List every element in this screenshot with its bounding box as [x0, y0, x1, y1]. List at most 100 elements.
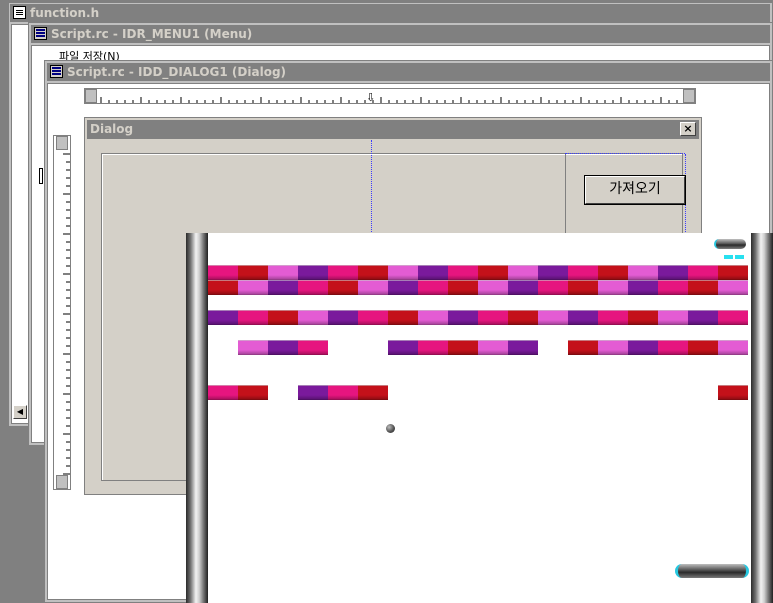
lives-paddle-icon: [714, 239, 746, 249]
brick: [358, 385, 388, 400]
brick: [598, 280, 628, 295]
brick: [568, 265, 598, 280]
brick: [718, 310, 748, 325]
brick: [238, 340, 268, 355]
vruler-top-handle[interactable]: [56, 136, 68, 150]
fetch-button[interactable]: 가져오기: [584, 175, 686, 205]
brick: [718, 340, 748, 355]
brick: [478, 340, 508, 355]
brick: [658, 265, 688, 280]
right-wall: [751, 233, 773, 603]
horizontal-ruler[interactable]: ⇩: [84, 88, 696, 104]
brick: [688, 310, 718, 325]
brick: [208, 385, 238, 400]
brick: [688, 280, 718, 295]
ruler-ticks: ⇩: [100, 91, 678, 104]
resource-icon: [50, 65, 63, 78]
brick: [568, 340, 598, 355]
brick: [508, 265, 538, 280]
brick: [718, 265, 748, 280]
brick: [418, 280, 448, 295]
left-wall: [186, 233, 208, 603]
function-h-title: function.h: [30, 6, 100, 20]
scroll-left-button[interactable]: ◀: [13, 405, 27, 419]
paddle[interactable]: [675, 564, 749, 578]
brick: [418, 310, 448, 325]
brick: [328, 385, 358, 400]
ruler-marker-icon: ⇩: [366, 91, 375, 104]
brick: [268, 280, 298, 295]
brick: [328, 265, 358, 280]
dialog-editor-titlebar[interactable]: Script.rc - IDD_DIALOG1 (Dialog): [47, 63, 770, 81]
brick: [478, 310, 508, 325]
brick: [628, 340, 658, 355]
dialog-title: Dialog: [90, 122, 134, 136]
brick: [298, 310, 328, 325]
close-icon[interactable]: ×: [680, 122, 696, 136]
brick: [268, 340, 298, 355]
selection-box: [565, 154, 566, 234]
brick: [328, 310, 358, 325]
brick: [448, 310, 478, 325]
brick: [268, 310, 298, 325]
guide-line-horizontal: [565, 153, 685, 154]
brick: [718, 385, 748, 400]
brick: [358, 280, 388, 295]
document-icon: [13, 6, 26, 19]
brick: [628, 310, 658, 325]
brick: [688, 265, 718, 280]
brick: [388, 340, 418, 355]
vruler-bottom-handle[interactable]: [56, 475, 68, 489]
brick: [628, 265, 658, 280]
brick: [688, 340, 718, 355]
ball: [386, 424, 395, 433]
menu-editor-marker: [39, 168, 43, 184]
brick: [388, 280, 418, 295]
brick: [238, 310, 268, 325]
brick: [478, 265, 508, 280]
brick: [568, 310, 598, 325]
brick: [628, 280, 658, 295]
vertical-ruler[interactable]: [53, 135, 71, 490]
brick: [478, 280, 508, 295]
dialog-titlebar[interactable]: Dialog ×: [87, 120, 699, 139]
breakout-game[interactable]: [186, 233, 773, 603]
brick: [238, 280, 268, 295]
brick: [658, 340, 688, 355]
brick: [718, 280, 748, 295]
brick: [538, 310, 568, 325]
brick: [298, 265, 328, 280]
brick: [658, 310, 688, 325]
brick: [238, 385, 268, 400]
brick: [568, 280, 598, 295]
brick: [508, 310, 538, 325]
brick: [388, 310, 418, 325]
brick: [298, 340, 328, 355]
menu-editor-title: Script.rc - IDR_MENU1 (Menu): [51, 27, 253, 41]
brick: [448, 280, 478, 295]
brick: [508, 340, 538, 355]
brick: [298, 385, 328, 400]
brick: [388, 265, 418, 280]
brick: [538, 265, 568, 280]
brick: [598, 340, 628, 355]
brick: [208, 280, 238, 295]
brick: [208, 265, 238, 280]
brick: [418, 265, 448, 280]
brick: [358, 265, 388, 280]
life-marker: [735, 255, 744, 259]
function-h-titlebar[interactable]: function.h: [10, 4, 770, 22]
menu-editor-titlebar[interactable]: Script.rc - IDR_MENU1 (Menu): [31, 25, 770, 43]
brick: [598, 310, 628, 325]
brick: [658, 280, 688, 295]
resource-icon: [34, 27, 47, 40]
brick: [418, 340, 448, 355]
brick: [538, 280, 568, 295]
brick: [208, 310, 238, 325]
dialog-editor-title: Script.rc - IDD_DIALOG1 (Dialog): [67, 65, 287, 79]
brick: [328, 280, 358, 295]
brick: [238, 265, 268, 280]
life-marker: [724, 255, 733, 259]
brick: [358, 310, 388, 325]
vertical-ruler-ticks: [63, 153, 70, 475]
